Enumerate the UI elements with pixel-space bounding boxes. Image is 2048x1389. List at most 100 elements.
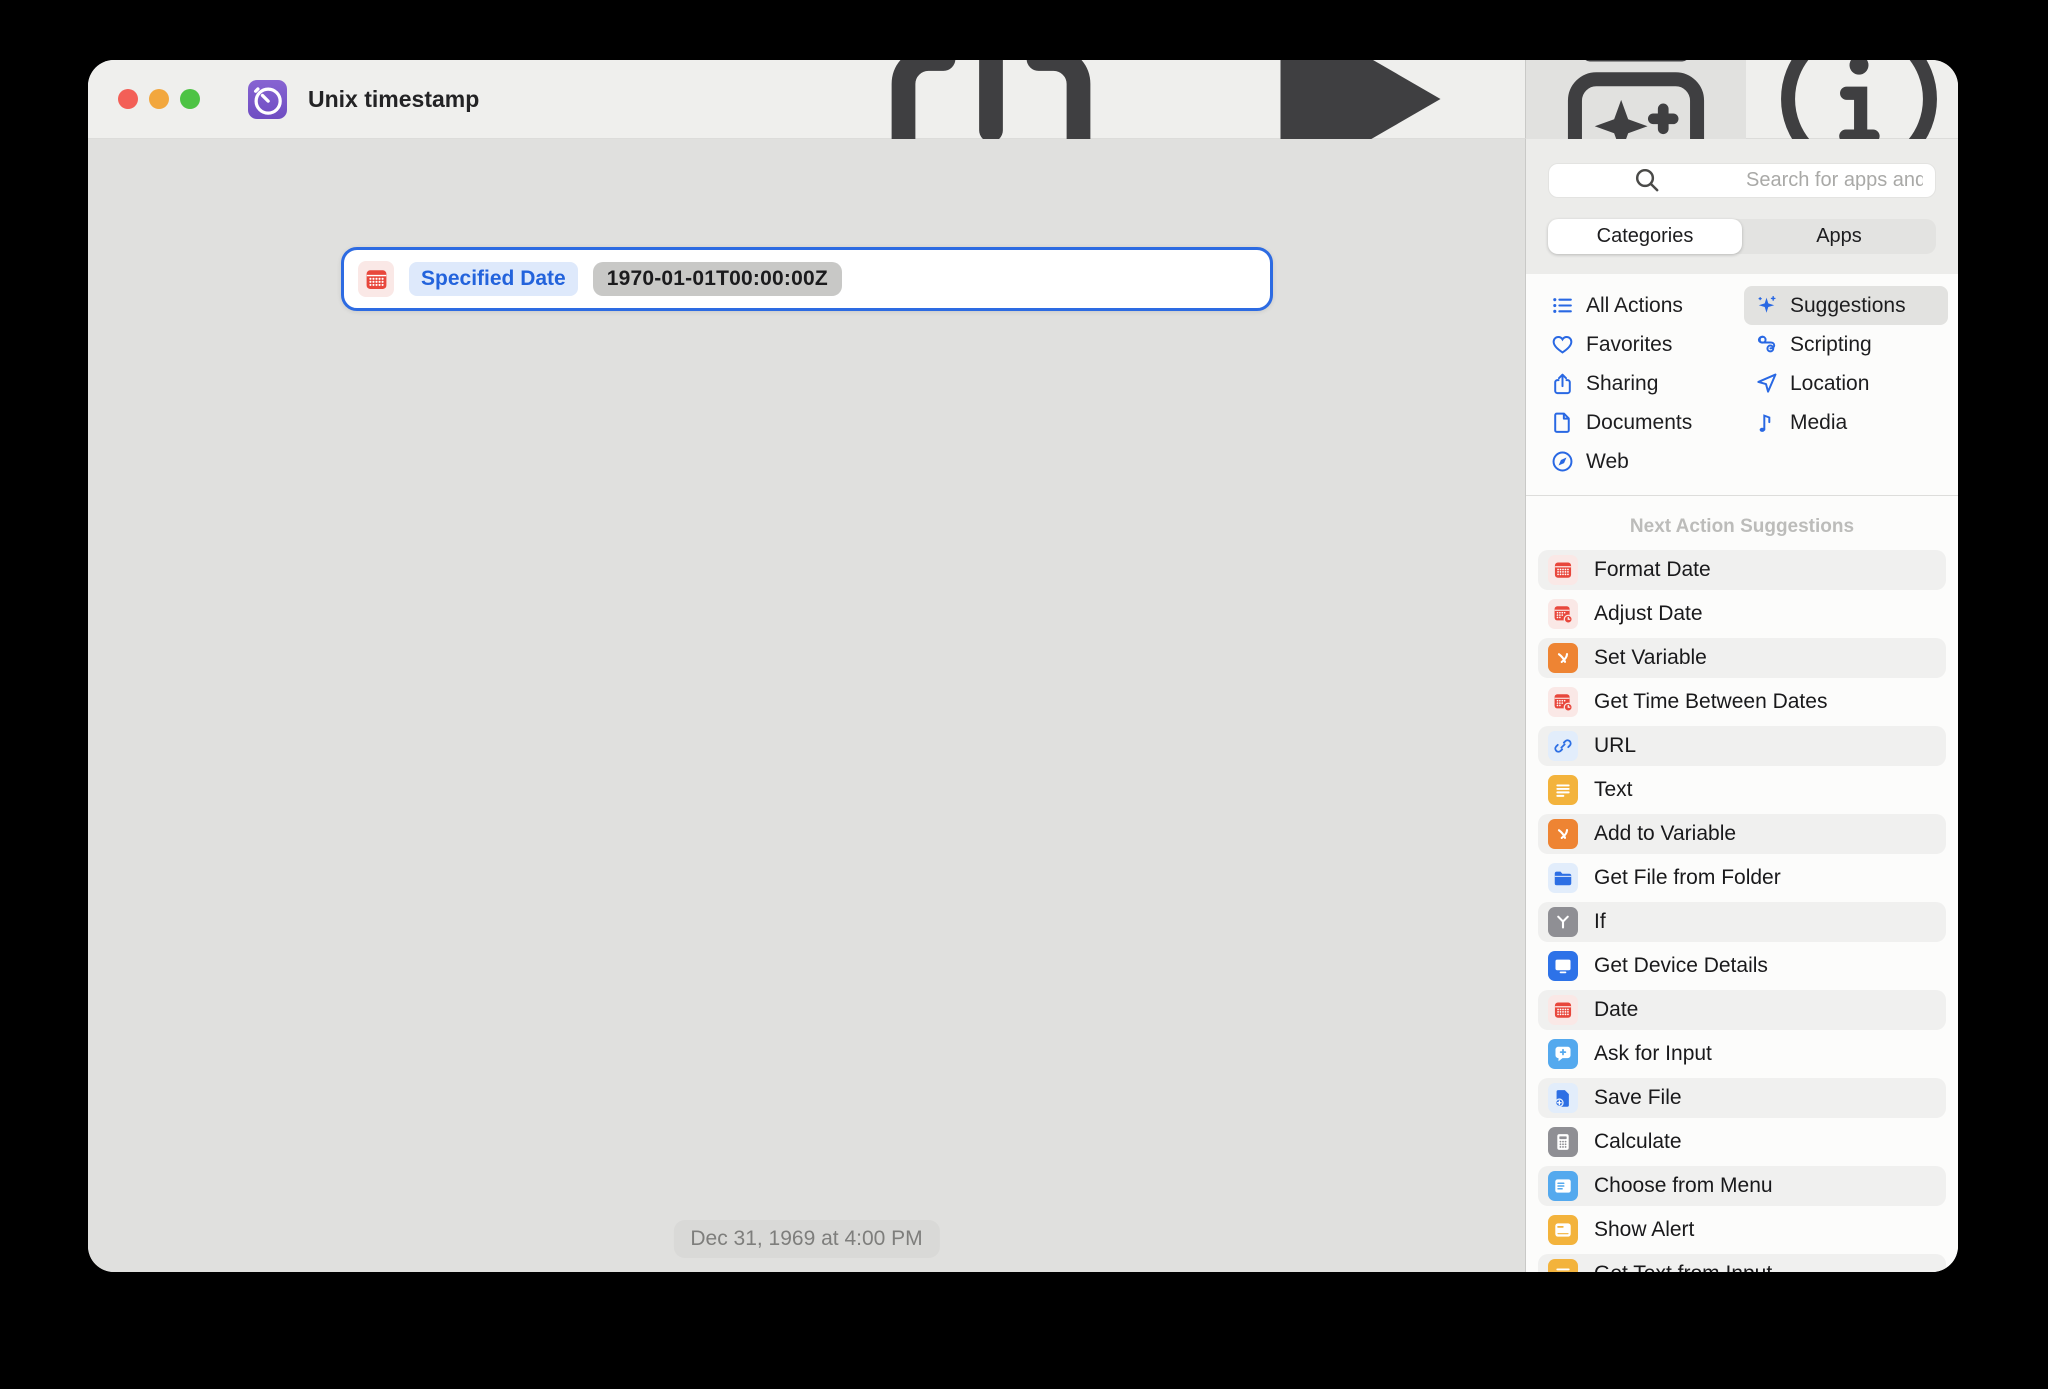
action-item-get-device-details[interactable]: Get Device Details	[1538, 946, 1946, 986]
action-item-get-time-between-dates[interactable]: Get Time Between Dates	[1538, 682, 1946, 722]
action-item-label: Get Device Details	[1594, 954, 1768, 977]
heart-icon	[1550, 332, 1575, 357]
category-item-location[interactable]: Location	[1744, 364, 1948, 403]
suggestions-section-header: Next Action Suggestions	[1629, 516, 1855, 537]
category-label: Media	[1790, 410, 1848, 434]
calendar-icon	[1548, 995, 1578, 1025]
var-x-icon	[1548, 643, 1578, 673]
action-item-date[interactable]: Date	[1538, 990, 1946, 1030]
action-item-label: Get Time Between Dates	[1594, 690, 1828, 713]
timer-icon	[248, 80, 287, 119]
library-tabs: Categories Apps	[1548, 219, 1936, 254]
category-item-documents[interactable]: Documents	[1540, 403, 1744, 442]
action-item-format-date[interactable]: Format Date	[1538, 550, 1946, 590]
action-title[interactable]: Specified Date	[409, 262, 578, 296]
category-item-scripting[interactable]: Scripting	[1744, 325, 1948, 364]
all-actions-icon	[1550, 293, 1575, 318]
suggested-actions-list: Format Date Adjust Date Set Variable Get Ti…	[1526, 550, 1958, 1272]
category-item-sharing[interactable]: Sharing	[1540, 364, 1744, 403]
sidebar-divider	[1526, 495, 1958, 496]
var-x-icon	[1548, 819, 1578, 849]
branch-icon	[1548, 907, 1578, 937]
action-item-label: Choose from Menu	[1594, 1174, 1773, 1197]
action-item-label: Show Alert	[1594, 1218, 1695, 1241]
minimize-button[interactable]	[149, 89, 169, 109]
document-icon	[1550, 410, 1575, 435]
location-arrow-icon	[1754, 371, 1779, 396]
action-item-label: Save File	[1594, 1086, 1682, 1109]
calendar-icon	[358, 261, 394, 297]
titlebar-left: Unix timestamp	[88, 60, 1526, 226]
category-label: Favorites	[1586, 332, 1673, 356]
category-label: Location	[1790, 371, 1870, 395]
category-item-web[interactable]: Web	[1540, 442, 1744, 481]
window-body: Specified Date 1970-01-01T00:00:00Z Dec …	[88, 139, 1958, 1272]
action-item-ask-for-input[interactable]: Ask for Input	[1538, 1034, 1946, 1074]
tab-categories[interactable]: Categories	[1548, 219, 1742, 254]
action-item-label: Ask for Input	[1594, 1042, 1712, 1065]
text-lines-icon	[1548, 775, 1578, 805]
text-lines-icon	[1548, 1259, 1578, 1272]
category-label: Documents	[1586, 410, 1693, 434]
search-input[interactable]	[1744, 168, 1925, 193]
category-label: Sharing	[1586, 371, 1659, 395]
titlebar-sidebar-header	[1526, 60, 1958, 203]
action-item-label: Format Date	[1594, 558, 1711, 581]
action-item-label: Date	[1594, 998, 1639, 1021]
action-item-add-to-variable[interactable]: Add to Variable	[1538, 814, 1946, 854]
fullscreen-button[interactable]	[180, 89, 200, 109]
date-value-token[interactable]: 1970-01-01T00:00:00Z	[592, 262, 842, 296]
category-item-favorites[interactable]: Favorites	[1540, 325, 1744, 364]
action-item-show-alert[interactable]: Show Alert	[1538, 1210, 1946, 1250]
action-item-label: Calculate	[1594, 1130, 1682, 1153]
category-label: Web	[1586, 449, 1629, 473]
calendar-badge-icon	[1548, 687, 1578, 717]
calendar-badge-icon	[1548, 599, 1578, 629]
action-library-sidebar: Categories Apps All Actions Favorites Shar…	[1526, 139, 1958, 1272]
action-item-label: Set Variable	[1594, 646, 1707, 669]
action-item-save-file[interactable]: Save File	[1538, 1078, 1946, 1118]
action-item-set-variable[interactable]: Set Variable	[1538, 638, 1946, 678]
date-preview-tooltip: Dec 31, 1969 at 4:00 PM	[673, 1220, 940, 1258]
action-item-url[interactable]: URL	[1538, 726, 1946, 766]
desktop-background: Unix timestamp Specified Date 1970-01-01…	[0, 0, 2048, 1389]
category-label: Scripting	[1790, 332, 1872, 356]
music-note-icon	[1754, 410, 1779, 435]
display-icon	[1548, 951, 1578, 981]
scroll-icon	[1754, 332, 1779, 357]
category-item-suggestions[interactable]: Suggestions	[1744, 286, 1948, 325]
shortcuts-window: Unix timestamp Specified Date 1970-01-01…	[88, 60, 1958, 1272]
action-item-get-text-from-input[interactable]: Get Text from Input	[1538, 1254, 1946, 1272]
action-item-calculate[interactable]: Calculate	[1538, 1122, 1946, 1162]
action-item-label: If	[1594, 910, 1606, 933]
action-item-if[interactable]: If	[1538, 902, 1946, 942]
titlebar: Unix timestamp	[88, 60, 1958, 226]
link-icon	[1548, 731, 1578, 761]
menu-card-icon	[1548, 1171, 1578, 1201]
action-item-get-file-from-folder[interactable]: Get File from Folder	[1538, 858, 1946, 898]
action-item-label: Adjust Date	[1594, 602, 1703, 625]
shortcut-app-icon	[248, 79, 287, 119]
sparkle-icon	[1754, 293, 1779, 318]
action-card-specified-date[interactable]: Specified Date 1970-01-01T00:00:00Z	[341, 247, 1273, 311]
calendar-icon	[1548, 555, 1578, 585]
action-item-adjust-date[interactable]: Adjust Date	[1538, 594, 1946, 634]
workflow-canvas: Specified Date 1970-01-01T00:00:00Z Dec …	[88, 139, 1526, 1272]
action-item-label: URL	[1594, 734, 1637, 757]
tab-apps[interactable]: Apps	[1742, 219, 1936, 254]
search-box	[1548, 163, 1936, 198]
share-up-icon	[1550, 371, 1575, 396]
action-item-choose-from-menu[interactable]: Choose from Menu	[1538, 1166, 1946, 1206]
doc-plus-icon	[1548, 1083, 1578, 1113]
category-grid: All Actions Favorites Sharing Documents Web S…	[1526, 274, 1958, 487]
compass-icon	[1550, 449, 1575, 474]
folder-icon	[1548, 863, 1578, 893]
category-item-media[interactable]: Media	[1744, 403, 1948, 442]
category-item-all-actions[interactable]: All Actions	[1540, 286, 1744, 325]
close-button[interactable]	[118, 89, 138, 109]
category-label: All Actions	[1586, 293, 1683, 317]
action-item-text[interactable]: Text	[1538, 770, 1946, 810]
window-title: Unix timestamp	[308, 85, 480, 112]
search-icon	[1559, 164, 1736, 197]
calculator-icon	[1548, 1127, 1578, 1157]
